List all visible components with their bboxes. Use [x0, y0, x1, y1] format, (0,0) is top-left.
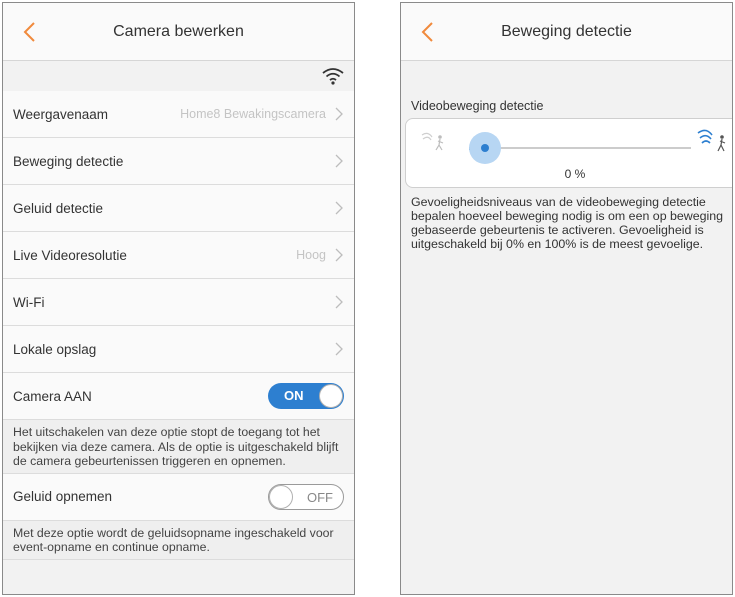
row-value: Home8 Bewakingscamera	[180, 107, 326, 121]
header: Camera bewerken	[3, 3, 354, 61]
back-arrow-icon[interactable]	[415, 19, 441, 45]
setting-row-wifi[interactable]: Wi-Fi	[3, 279, 354, 326]
chevron-right-icon	[335, 154, 343, 168]
chevron-right-icon	[335, 107, 343, 121]
back-arrow-icon[interactable]	[17, 19, 43, 45]
camera-note: Het uitschakelen van deze optie stopt de…	[3, 420, 354, 474]
sensitivity-slider-card: 0 %	[405, 118, 732, 188]
chevron-right-icon	[335, 248, 343, 262]
setting-row-record-audio: Geluid opnemen OFF	[3, 473, 354, 521]
motion-high-icon	[697, 129, 726, 152]
motion-detection-screen: Beweging detectie Videobeweging detectie…	[400, 2, 733, 595]
setting-row-sound-detection[interactable]: Geluid detectie	[3, 185, 354, 232]
toggle-state-label: ON	[284, 388, 304, 403]
toggle-state-label: OFF	[307, 489, 333, 505]
header: Beweging detectie	[401, 3, 732, 61]
setting-row-display-name[interactable]: Weergavenaam Home8 Bewakingscamera	[3, 91, 354, 138]
row-label: Wi-Fi	[13, 294, 45, 310]
toggle-knob	[319, 384, 343, 408]
setting-row-live-resolution[interactable]: Live Videoresolutie Hoog	[3, 232, 354, 279]
row-label: Camera AAN	[13, 388, 92, 404]
section-label: Videobeweging detectie	[411, 99, 544, 113]
row-label: Geluid opnemen	[13, 489, 113, 504]
slider-value-label: 0 %	[564, 167, 586, 181]
row-label: Live Videoresolutie	[13, 247, 127, 263]
setting-row-motion-detection[interactable]: Beweging detectie	[3, 138, 354, 185]
camera-settings-screen: Camera bewerken Weergavenaam Home8 Bewak…	[2, 2, 355, 595]
row-label: Geluid detectie	[13, 200, 104, 216]
row-label: Lokale opslag	[13, 341, 97, 357]
row-label: Weergavenaam	[13, 106, 109, 122]
camera-on-toggle[interactable]: ON	[268, 383, 344, 409]
page-title: Beweging detectie	[501, 22, 632, 40]
chevron-right-icon	[335, 295, 343, 309]
status-row	[3, 61, 354, 91]
setting-row-camera-on: Camera AAN ON	[3, 373, 354, 420]
wifi-icon	[322, 68, 344, 85]
slider-track[interactable]	[486, 147, 691, 149]
row-value: Hoog	[296, 248, 326, 262]
chevron-right-icon	[335, 342, 343, 356]
sensitivity-description: Gevoeligheidsniveaus van de videobewegin…	[411, 195, 724, 251]
row-label: Beweging detectie	[13, 153, 124, 169]
setting-row-local-storage[interactable]: Lokale opslag	[3, 326, 354, 373]
audio-note: Met deze optie wordt de geluidsopname in…	[3, 520, 354, 560]
record-audio-toggle[interactable]: OFF	[268, 483, 344, 510]
toggle-knob	[269, 484, 293, 509]
page-title: Camera bewerken	[113, 22, 244, 40]
motion-low-icon	[421, 132, 444, 151]
slider-thumb[interactable]	[481, 144, 489, 152]
chevron-right-icon	[335, 201, 343, 215]
